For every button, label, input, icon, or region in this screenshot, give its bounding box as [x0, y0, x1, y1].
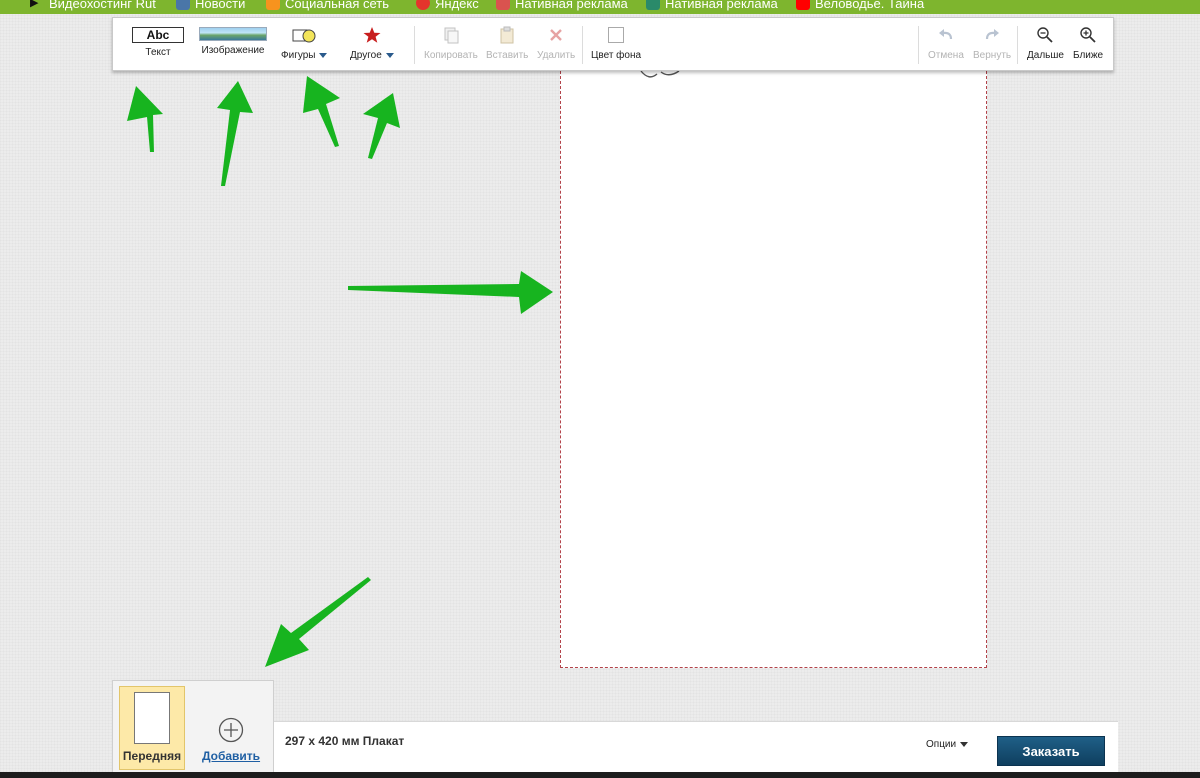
- zoom-out-label: Дальше: [1027, 50, 1064, 61]
- zoom-out-icon: [1036, 24, 1054, 46]
- redo-icon: [983, 24, 1001, 46]
- bookmark-item[interactable]: Нативная реклама: [646, 0, 778, 12]
- zoom-out-button[interactable]: Дальше: [1027, 24, 1064, 61]
- options-label: Опции: [926, 739, 957, 750]
- paste-button[interactable]: Вставить: [486, 24, 528, 61]
- design-canvas-page[interactable]: [560, 70, 987, 668]
- bookmark-item[interactable]: Веловодье. Тайна: [796, 0, 924, 12]
- toolbar-divider: [1017, 26, 1018, 64]
- bookmarks-bar: ▶ Видеохостинг Rut Новости Социальная се…: [0, 0, 1200, 14]
- product-description: 297 x 420 мм Плакат: [285, 734, 405, 748]
- arrow-annotation: [217, 81, 253, 186]
- paste-label: Вставить: [486, 50, 529, 61]
- add-text-button[interactable]: Abc Текст: [132, 24, 184, 58]
- page-preview: [134, 692, 170, 744]
- add-image-button[interactable]: Изображение: [199, 24, 267, 56]
- other-label: Другое: [350, 50, 382, 61]
- bookmark-item[interactable]: Новости: [176, 0, 245, 12]
- image-icon: [199, 27, 267, 41]
- color-swatch-icon: [608, 24, 625, 46]
- shapes-dropdown[interactable]: Фигуры: [281, 24, 328, 61]
- delete-button[interactable]: Удалить: [537, 24, 575, 61]
- toolbar-divider: [918, 26, 919, 64]
- page-thumbnail-front[interactable]: Передняя: [119, 686, 185, 770]
- copy-icon: [442, 24, 460, 46]
- yandex-icon: [416, 0, 430, 10]
- ok-icon: [266, 0, 280, 10]
- undo-icon: [937, 24, 955, 46]
- text-icon: Abc: [132, 27, 184, 43]
- chevron-down-icon: [319, 53, 328, 58]
- order-button[interactable]: Заказать: [997, 736, 1105, 766]
- zoom-in-button[interactable]: Ближе: [1073, 24, 1103, 61]
- shapes-icon: [291, 24, 317, 46]
- bookmark-icon: [496, 0, 510, 10]
- add-image-label: Изображение: [201, 45, 265, 56]
- plus-circle-icon: [218, 717, 244, 743]
- redo-label: Вернуть: [973, 50, 1012, 61]
- copy-button[interactable]: Копировать: [424, 24, 478, 61]
- editor-toolbar: Abc Текст Изображение Фигуры Другое Копи…: [112, 17, 1114, 71]
- arrow-annotation: [348, 271, 553, 314]
- bookmark-icon: [646, 0, 660, 10]
- bookmark-label: Веловодье. Тайна: [815, 0, 925, 11]
- arrow-annotation: [363, 93, 400, 159]
- redo-button[interactable]: Вернуть: [973, 24, 1011, 61]
- bookmark-label: Видеохостинг Rut: [49, 0, 156, 11]
- youtube-icon: [796, 0, 810, 10]
- add-page-label[interactable]: Добавить: [202, 749, 260, 763]
- bookmark-label: Нативная реклама: [515, 0, 628, 11]
- arrow-annotation: [265, 577, 371, 667]
- undo-label: Отмена: [928, 50, 964, 61]
- add-page-button[interactable]: Добавить: [199, 717, 263, 763]
- vk-icon: [176, 0, 190, 10]
- shapes-label: Фигуры: [281, 50, 316, 61]
- background-color-button[interactable]: Цвет фона: [591, 24, 641, 61]
- play-icon: ▶: [30, 0, 39, 9]
- delete-icon: [548, 24, 564, 46]
- background-color-label: Цвет фона: [591, 50, 642, 61]
- bookmark-label: Яндекс: [435, 0, 479, 11]
- copy-label: Копировать: [424, 50, 478, 61]
- undo-button[interactable]: Отмена: [928, 24, 964, 61]
- bookmark-label: Нативная реклама: [665, 0, 778, 11]
- taskbar-edge: [0, 772, 1200, 778]
- add-text-label: Текст: [145, 47, 171, 58]
- bookmark-label: Новости: [195, 0, 246, 11]
- options-dropdown[interactable]: Опции: [926, 739, 969, 750]
- bookmark-item[interactable]: Нативная реклама: [496, 0, 628, 12]
- delete-label: Удалить: [537, 50, 576, 61]
- toolbar-divider: [414, 26, 415, 64]
- arrow-annotation: [127, 86, 163, 152]
- other-dropdown[interactable]: Другое: [350, 24, 394, 61]
- page-thumbnail-label: Передняя: [122, 749, 182, 763]
- zoom-in-icon: [1079, 24, 1097, 46]
- toolbar-divider: [582, 26, 583, 64]
- bookmark-item[interactable]: ▶ Видеохостинг Rut: [30, 0, 156, 12]
- bookmark-item[interactable]: Яндекс: [416, 0, 479, 12]
- bookmark-item[interactable]: Социальная сеть: [266, 0, 389, 12]
- arrow-annotation: [303, 76, 340, 147]
- zoom-in-label: Ближе: [1073, 50, 1104, 61]
- pages-panel: Передняя Добавить: [112, 680, 274, 773]
- chevron-down-icon: [960, 742, 969, 747]
- chevron-down-icon: [385, 53, 394, 58]
- bookmark-label: Социальная сеть: [285, 0, 389, 11]
- star-icon: [363, 24, 381, 46]
- paste-icon: [498, 24, 516, 46]
